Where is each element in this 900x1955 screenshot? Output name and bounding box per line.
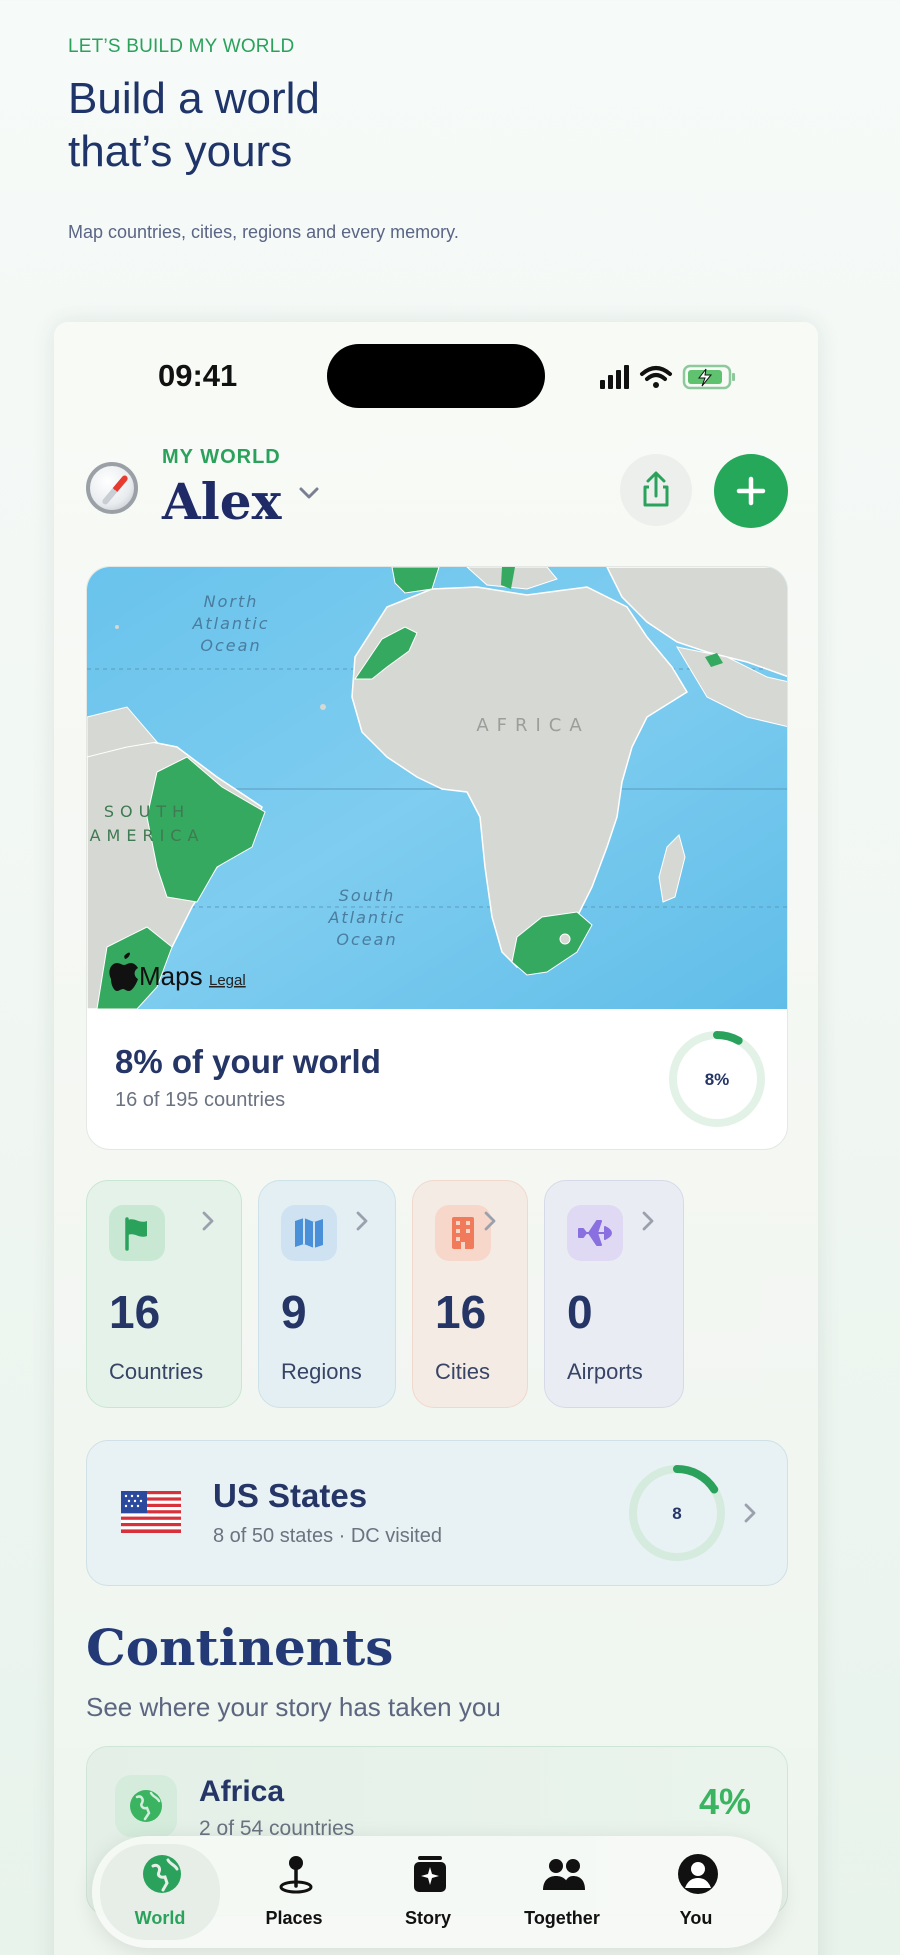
stat-value: 0 [567,1286,593,1338]
plus-icon [736,476,766,506]
continent-percent: 4% [699,1781,752,1822]
chevron-right-icon [642,1211,654,1231]
map-label-africa: AFRICA [476,715,589,736]
signal-icon [600,365,629,389]
add-button[interactable] [714,454,788,528]
person-icon [678,1854,718,1894]
tab-label: Together [524,1908,600,1928]
tab-bar: World Places Story Together You [92,1836,782,1948]
pin-icon [279,1856,313,1894]
continent-name: Africa [199,1775,285,1808]
people-icon [543,1859,585,1890]
status-icons [600,364,735,390]
stat-card-countries[interactable]: 16 Countries [86,1180,242,1408]
world-progress-headline: 8% of your world [115,1043,381,1080]
header-label: MY WORLD [162,446,281,468]
map-label: Ocean [336,930,397,949]
continents-sub: See where your story has taken you [86,1692,501,1722]
continents-title: Continents [86,1618,394,1677]
map-label: SOUTH [104,802,190,821]
hero-title: Build a world that’s yours [68,72,768,178]
hero-title-line: that’s yours [68,127,293,176]
tab-label: Places [265,1908,323,1928]
stat-label: Countries [109,1359,204,1384]
world-progress-sub: 16 of 195 countries [115,1089,286,1111]
us-states-ring-label: 8 [672,1504,681,1523]
compass-icon [86,462,138,514]
tab-label: World [134,1908,186,1928]
user-name-selector[interactable]: Alex [162,472,281,531]
share-button[interactable] [620,454,692,526]
map-legal-link[interactable]: Legal [209,972,246,989]
tab-places[interactable]: Places [234,1844,354,1940]
map-label: Atlantic [327,908,405,927]
globe-icon [115,1775,177,1837]
tab-story[interactable]: Story [368,1844,488,1940]
tab-label: You [679,1908,713,1928]
world-map-card[interactable]: North Atlantic Ocean South Atlantic Ocea… [86,566,788,1150]
map-label: AMERICA [90,826,205,845]
stat-label: Cities [435,1359,491,1384]
stat-label: Regions [281,1359,362,1384]
map-label: South [339,886,396,905]
tab-together[interactable]: Together [502,1844,622,1940]
battery-icon [682,364,735,390]
wifi-icon [640,366,672,388]
tab-you[interactable]: You [636,1844,756,1940]
us-states-sub: 8 of 50 states · DC visited [213,1525,442,1547]
stat-value: 16 [435,1286,487,1338]
us-flag-icon [121,1491,181,1533]
stat-value: 16 [109,1286,161,1338]
stat-label: Airports [567,1359,643,1384]
globe-icon [143,1855,181,1893]
maps-brand: Maps [139,961,203,991]
dynamic-island [327,344,545,408]
hero-eyebrow: LET’S BUILD MY WORLD [68,36,295,57]
phone-screen: 09:41 MY WORLD Alex North Atlantic Ocean… [54,322,818,1955]
stat-card-regions[interactable]: 9 Regions [258,1180,396,1408]
chevron-right-icon [202,1211,214,1231]
hero-title-line: Build a world [68,74,320,123]
plane-icon [567,1205,623,1261]
map-icon [281,1205,337,1261]
us-states-ring: 8 [629,1465,725,1561]
map-label: Ocean [200,636,261,655]
us-states-card[interactable]: US States 8 of 50 states · DC visited 8 [86,1440,788,1586]
status-time: 09:41 [158,358,238,393]
stat-card-cities[interactable]: 16 Cities [412,1180,528,1408]
chevron-right-icon [744,1503,756,1523]
map-label: Atlantic [191,614,269,633]
world-map[interactable]: North Atlantic Ocean South Atlantic Ocea… [87,567,788,1009]
world-progress-ring-label: 8% [705,1070,730,1089]
share-icon [643,471,669,507]
chevron-down-icon[interactable] [298,482,320,504]
flag-icon [109,1205,165,1261]
hero: LET’S BUILD MY WORLD Build a world that’… [68,36,768,243]
chevron-right-icon [356,1211,368,1231]
tab-label: Story [404,1908,451,1928]
tab-world[interactable]: World [100,1844,220,1940]
world-progress-ring: 8% [669,1031,765,1127]
chevron-right-icon [484,1211,496,1231]
us-states-title: US States [213,1477,368,1514]
map-label: North [204,592,259,611]
story-icon [414,1856,446,1892]
stat-value: 9 [281,1286,307,1338]
stat-card-airports[interactable]: 0 Airports [544,1180,684,1408]
hero-subtitle: Map countries, cities, regions and every… [68,222,459,242]
